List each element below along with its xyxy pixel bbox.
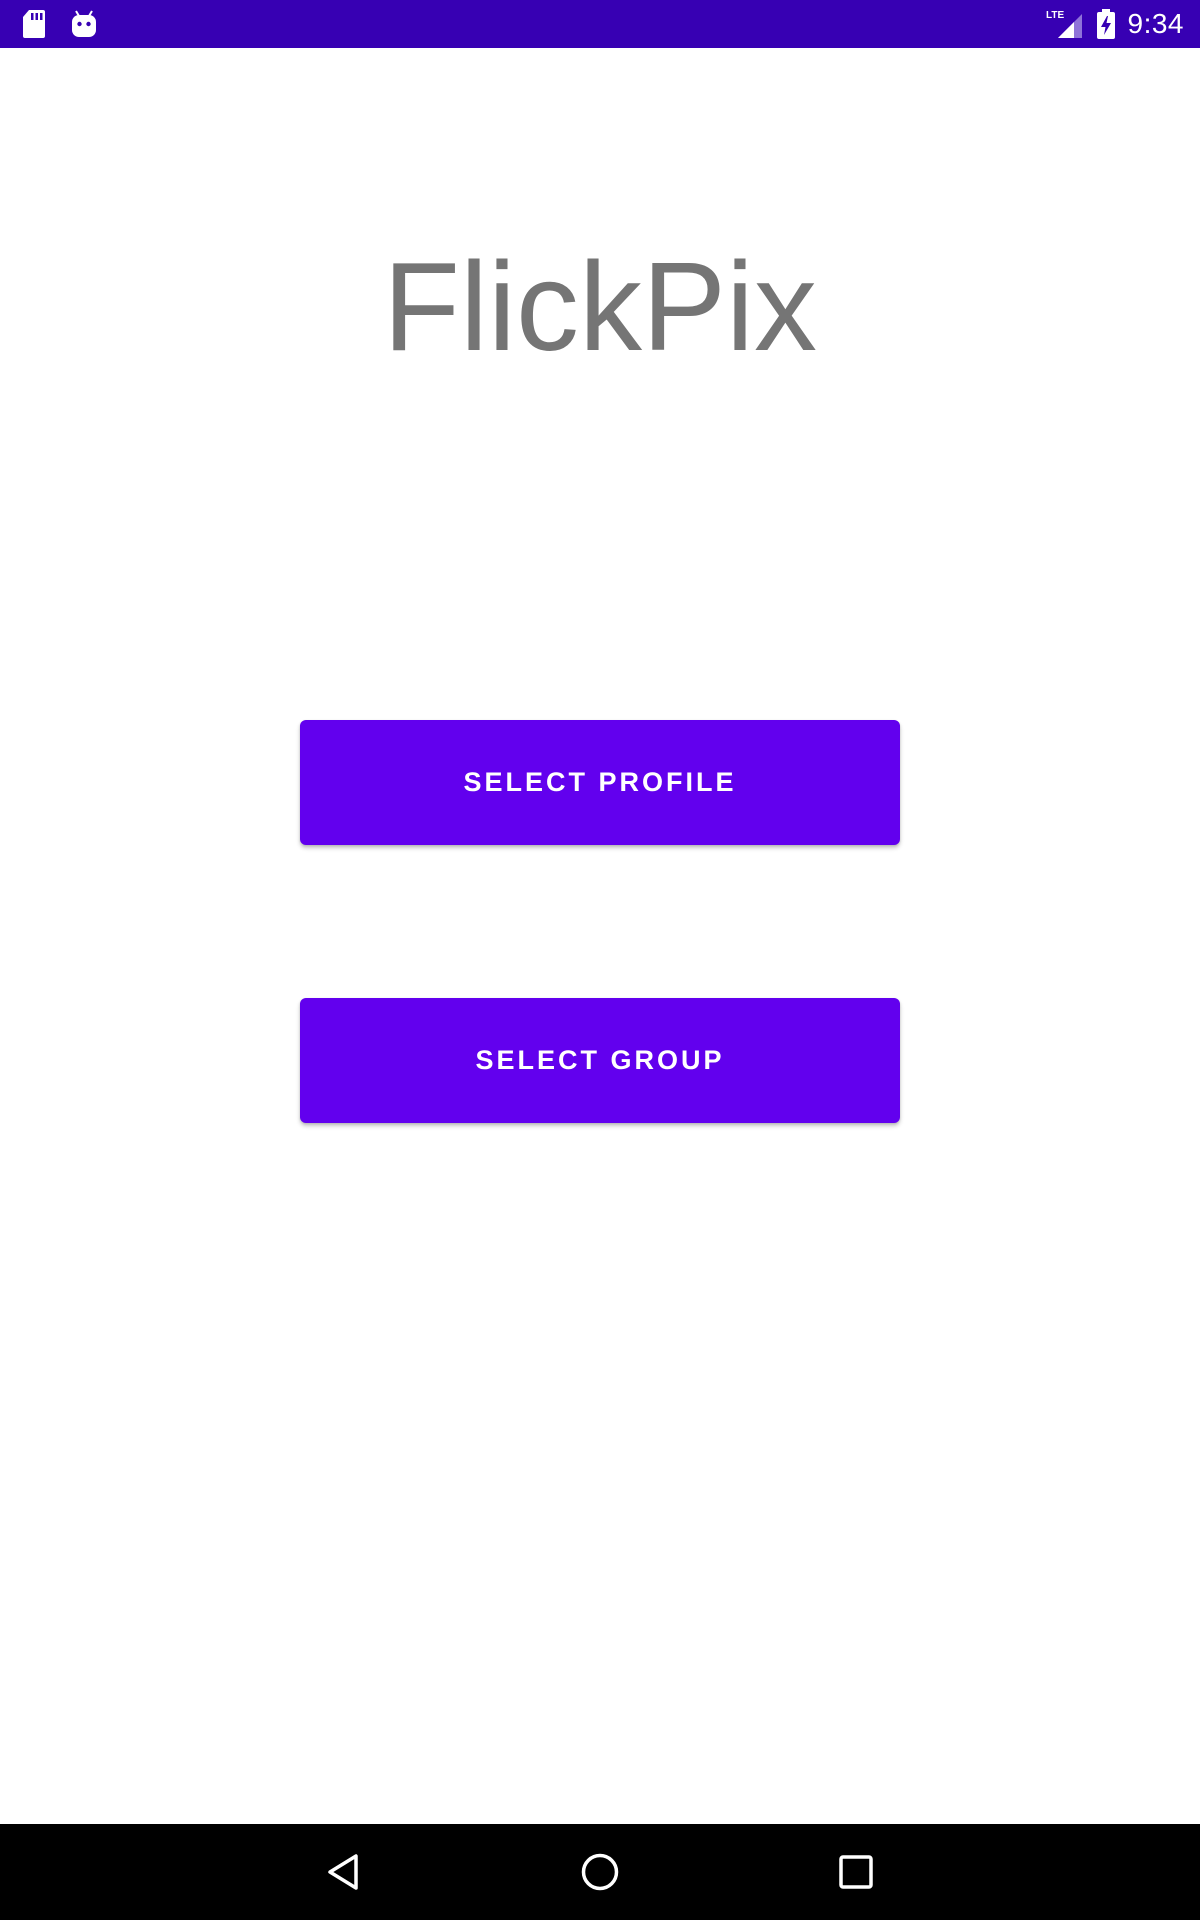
- status-time: 9:34: [1127, 8, 1184, 39]
- back-button[interactable]: [316, 1844, 372, 1900]
- battery-charging-icon: [1096, 8, 1116, 40]
- lte-signal-icon: LTE: [1044, 8, 1084, 40]
- svg-text:LTE: LTE: [1046, 10, 1064, 21]
- app-title: FlickPix: [383, 236, 817, 377]
- home-icon: [580, 1852, 620, 1892]
- select-profile-label: SELECT PROFILE: [463, 767, 737, 797]
- recents-button[interactable]: [828, 1844, 884, 1900]
- sd-card-icon: [22, 9, 46, 39]
- recents-icon: [836, 1852, 876, 1892]
- screen: LTE 9:34 FlickPix SELECT PROFILE SELECT …: [0, 0, 1200, 1920]
- select-group-label: SELECT GROUP: [475, 1045, 725, 1075]
- status-bar: LTE 9:34: [0, 0, 1200, 48]
- select-profile-button[interactable]: SELECT PROFILE: [300, 720, 900, 845]
- back-icon: [324, 1852, 364, 1892]
- status-left-icons: [22, 8, 98, 40]
- android-debug-icon: [70, 9, 98, 39]
- home-button[interactable]: [572, 1844, 628, 1900]
- status-right-icons: LTE 9:34: [1044, 4, 1185, 44]
- navigation-bar: [0, 1824, 1200, 1920]
- select-group-button[interactable]: SELECT GROUP: [300, 998, 900, 1123]
